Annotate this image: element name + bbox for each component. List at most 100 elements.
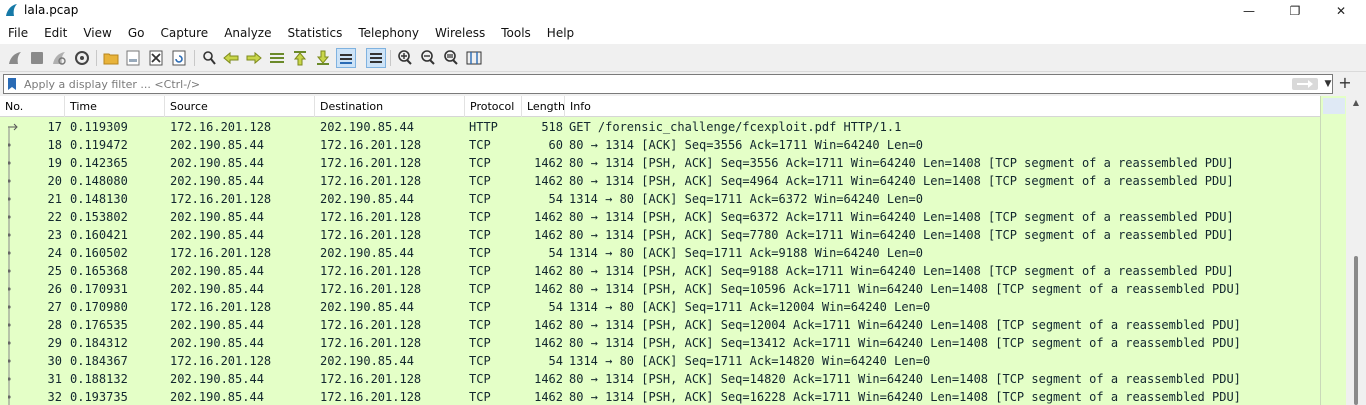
find-packet-icon[interactable] — [200, 49, 218, 67]
add-filter-button[interactable]: + — [1338, 74, 1352, 94]
table-row[interactable]: 19 0.142365 202.190.85.44 172.16.201.128 TCP… — [0, 154, 1320, 172]
column-header-protocol[interactable]: Protocol — [465, 96, 522, 117]
column-header-no[interactable]: No. — [0, 96, 65, 117]
go-to-packet-icon[interactable] — [268, 49, 286, 67]
cell-destination: 202.190.85.44 — [320, 300, 414, 314]
title-bar: lala.pcap — ❐ ✕ — [0, 0, 1366, 22]
vertical-scrollbar[interactable]: ▲ — [1346, 96, 1366, 405]
table-row[interactable]: 20 0.148080 202.190.85.44 172.16.201.128 TCP… — [0, 172, 1320, 190]
column-header-info[interactable]: Info — [565, 96, 1320, 117]
table-row[interactable]: 29 0.184312 202.190.85.44 172.16.201.128 TCP… — [0, 334, 1320, 352]
cell-info: GET /forensic_challenge/fcexploit.pdf HT… — [569, 120, 902, 134]
cell-info: 80 → 1314 [PSH, ACK] Seq=3556 Ack=1711 W… — [569, 156, 1234, 170]
scroll-up-icon[interactable]: ▲ — [1350, 98, 1362, 110]
minimize-button[interactable]: — — [1226, 0, 1272, 22]
minimize-icon: — — [1243, 4, 1255, 18]
cell-length: 1462 — [534, 318, 563, 332]
capture-options-icon[interactable] — [73, 49, 91, 67]
menu-statistics[interactable]: Statistics — [279, 22, 350, 44]
cell-destination: 172.16.201.128 — [320, 210, 422, 224]
cell-destination: 172.16.201.128 — [320, 372, 422, 386]
column-header-source[interactable]: Source — [165, 96, 315, 117]
cell-length: 1462 — [534, 336, 563, 350]
cell-protocol: TCP — [469, 390, 491, 404]
display-filter-bar: ▼ + — [0, 72, 1366, 96]
table-row[interactable]: 17 0.119309 172.16.201.128 202.190.85.44 HTT… — [0, 118, 1320, 136]
open-file-icon[interactable] — [102, 49, 120, 67]
arrow-right-icon — [1297, 80, 1313, 88]
cell-protocol: TCP — [469, 372, 491, 386]
table-row[interactable]: 27 0.170980 172.16.201.128 202.190.85.44 TCP… — [0, 298, 1320, 316]
cell-destination: 172.16.201.128 — [320, 228, 422, 242]
table-row[interactable]: 18 0.119472 202.190.85.44 172.16.201.128 TCP… — [0, 136, 1320, 154]
cell-source: 202.190.85.44 — [170, 174, 264, 188]
cell-no: 24 — [47, 246, 62, 260]
table-row[interactable]: 22 0.153802 202.190.85.44 172.16.201.128 TCP… — [0, 208, 1320, 226]
table-row[interactable]: 21 0.148130 172.16.201.128 202.190.85.44 TCP… — [0, 190, 1320, 208]
save-file-icon[interactable] — [124, 49, 142, 67]
cell-info: 80 → 1314 [PSH, ACK] Seq=16228 Ack=1711 … — [569, 390, 1241, 404]
menu-view[interactable]: View — [75, 22, 119, 44]
table-row[interactable]: 32 0.193735 202.190.85.44 172.16.201.128 TCP… — [0, 388, 1320, 405]
close-button[interactable]: ✕ — [1318, 0, 1364, 22]
cell-source: 202.190.85.44 — [170, 228, 264, 242]
cell-destination: 172.16.201.128 — [320, 390, 422, 404]
cell-length: 54 — [548, 300, 563, 314]
packet-list-header: No. Time Source Destination Protocol Len… — [0, 96, 1320, 117]
table-row[interactable]: 31 0.188132 202.190.85.44 172.16.201.128 TCP… — [0, 370, 1320, 388]
restore-button[interactable]: ❐ — [1272, 0, 1318, 22]
cell-destination: 172.16.201.128 — [320, 138, 422, 152]
menu-edit[interactable]: Edit — [36, 22, 75, 44]
menu-telephony[interactable]: Telephony — [350, 22, 427, 44]
menu-file[interactable]: File — [0, 22, 36, 44]
last-packet-icon[interactable] — [314, 49, 332, 67]
scrollbar-thumb[interactable] — [1354, 256, 1358, 405]
menu-go[interactable]: Go — [120, 22, 153, 44]
table-row[interactable]: 26 0.170931 202.190.85.44 172.16.201.128 TCP… — [0, 280, 1320, 298]
menu-analyze[interactable]: Analyze — [216, 22, 279, 44]
cell-time: 0.184367 — [70, 354, 128, 368]
cell-length: 1462 — [534, 156, 563, 170]
restart-capture-icon[interactable] — [50, 49, 68, 67]
cell-length: 518 — [541, 120, 563, 134]
column-header-time[interactable]: Time — [65, 96, 165, 117]
close-file-icon[interactable] — [147, 49, 165, 67]
cell-no: 22 — [47, 210, 62, 224]
menu-capture[interactable]: Capture — [152, 22, 216, 44]
menu-tools[interactable]: Tools — [493, 22, 539, 44]
filter-history-dropdown[interactable]: ▼ — [1322, 77, 1334, 91]
start-capture-icon[interactable] — [6, 49, 24, 67]
packet-minimap[interactable] — [1320, 96, 1346, 405]
reload-file-icon[interactable] — [170, 49, 188, 67]
resize-columns-icon[interactable] — [465, 49, 483, 67]
cell-source: 172.16.201.128 — [170, 192, 272, 206]
column-header-length[interactable]: Length — [522, 96, 565, 117]
display-filter-input[interactable] — [24, 76, 1284, 92]
cell-length: 1462 — [534, 174, 563, 188]
menu-help[interactable]: Help — [539, 22, 582, 44]
menu-wireless[interactable]: Wireless — [427, 22, 493, 44]
table-row[interactable]: 23 0.160421 202.190.85.44 172.16.201.128 TCP… — [0, 226, 1320, 244]
cell-destination: 172.16.201.128 — [320, 264, 422, 278]
bookmark-icon[interactable] — [7, 77, 17, 91]
stop-capture-icon[interactable] — [28, 49, 46, 67]
table-row[interactable]: 25 0.165368 202.190.85.44 172.16.201.128 TCP… — [0, 262, 1320, 280]
auto-scroll-icon[interactable] — [336, 48, 356, 68]
zoom-out-icon[interactable] — [419, 49, 437, 67]
table-row[interactable]: 28 0.176535 202.190.85.44 172.16.201.128 TCP… — [0, 316, 1320, 334]
go-forward-icon[interactable] — [245, 49, 263, 67]
table-row[interactable]: 24 0.160502 172.16.201.128 202.190.85.44 TCP… — [0, 244, 1320, 262]
cell-destination: 202.190.85.44 — [320, 192, 414, 206]
cell-length: 1462 — [534, 264, 563, 278]
apply-filter-button[interactable] — [1292, 78, 1318, 90]
column-header-destination[interactable]: Destination — [315, 96, 465, 117]
first-packet-icon[interactable] — [291, 49, 309, 67]
cell-time: 0.119309 — [70, 120, 128, 134]
table-row[interactable]: 30 0.184367 172.16.201.128 202.190.85.44 TCP… — [0, 352, 1320, 370]
go-back-icon[interactable] — [222, 49, 240, 67]
cell-length: 1462 — [534, 282, 563, 296]
zoom-in-icon[interactable] — [396, 49, 414, 67]
normal-size-icon[interactable] — [442, 49, 460, 67]
colorize-icon[interactable] — [366, 48, 386, 68]
cell-destination: 172.16.201.128 — [320, 174, 422, 188]
